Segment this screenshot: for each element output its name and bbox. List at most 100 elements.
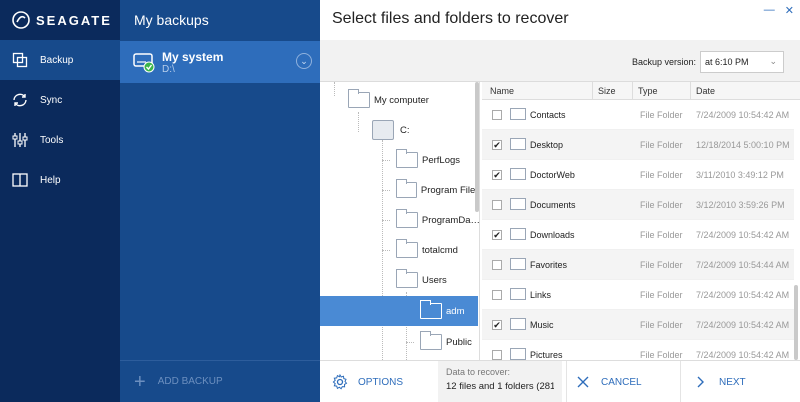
- options-button[interactable]: OPTIONS: [320, 361, 438, 402]
- recover-summary: 12 files and 1 folders (281.2: [446, 381, 554, 392]
- nav-item-tools[interactable]: Tools: [0, 120, 120, 160]
- tree-node-my-computer[interactable]: My computer: [348, 85, 478, 115]
- tree-scrollbar[interactable]: [475, 82, 479, 212]
- tree-node-label: Program Files: [420, 184, 480, 196]
- row-name: Favorites: [530, 260, 568, 270]
- table-row[interactable]: Links File Folder 7/24/2009 10:54:42 AM: [482, 280, 794, 310]
- row-name: DoctorWeb: [530, 170, 575, 180]
- folder-icon: [510, 168, 526, 180]
- minimize-button[interactable]: —: [764, 4, 775, 17]
- row-type: File Folder: [640, 350, 683, 360]
- row-type: File Folder: [640, 200, 683, 210]
- cancel-button[interactable]: CANCEL: [566, 361, 680, 402]
- tree-node-totalcmd[interactable]: totalcmd: [396, 235, 479, 265]
- folder-icon: [420, 331, 442, 350]
- column-divider: [632, 82, 633, 100]
- nav-item-backup[interactable]: Backup: [0, 40, 120, 80]
- close-button[interactable]: ✕: [785, 4, 794, 17]
- column-divider: [690, 82, 691, 100]
- row-checkbox[interactable]: ✔: [492, 230, 502, 240]
- add-backup-label: ADD BACKUP: [157, 376, 223, 387]
- next-button[interactable]: NEXT: [680, 361, 800, 402]
- tree-node-public[interactable]: Public: [420, 327, 478, 357]
- folder-icon: [396, 149, 418, 168]
- row-checkbox[interactable]: [492, 200, 502, 210]
- folder-icon: [396, 239, 418, 258]
- column-header-size[interactable]: Size: [598, 86, 616, 96]
- folder-icon: [396, 209, 418, 228]
- tree-node-drive-c[interactable]: C:: [372, 115, 478, 145]
- row-date: 7/24/2009 10:54:42 AM: [696, 350, 790, 360]
- folder-icon: [396, 269, 418, 288]
- folder-icon: [420, 300, 442, 319]
- tree-connector: [358, 112, 359, 132]
- tree-node-label: ProgramDa…: [421, 214, 480, 226]
- row-type: File Folder: [640, 140, 683, 150]
- nav-item-help[interactable]: Help: [0, 160, 120, 200]
- tree-node-adm[interactable]: adm: [320, 296, 478, 326]
- backup-version-value: at 6:10 PM: [705, 57, 749, 67]
- row-name: Links: [530, 290, 552, 300]
- row-checkbox[interactable]: ✔: [492, 170, 502, 180]
- table-row[interactable]: Documents File Folder 3/12/2010 3:59:26 PM: [482, 190, 794, 220]
- folder-icon: [510, 138, 526, 150]
- tree-node-label: Users: [422, 274, 447, 286]
- row-checkbox[interactable]: [492, 260, 502, 270]
- brand: SEAGATE: [0, 0, 120, 40]
- tree-node-perflogs[interactable]: PerfLogs: [396, 145, 479, 175]
- tree-connector: [382, 250, 390, 251]
- hard-drive-icon: [372, 120, 394, 140]
- cancel-label: CANCEL: [601, 376, 642, 388]
- row-checkbox[interactable]: ✔: [492, 320, 502, 330]
- sync-icon: [13, 93, 27, 107]
- column-divider: [592, 82, 593, 100]
- table-row[interactable]: Favorites File Folder 7/24/2009 10:54:44 A…: [482, 250, 794, 280]
- row-type: File Folder: [640, 110, 683, 120]
- table-row[interactable]: ✔ DoctorWeb File Folder 3/11/2010 3:49:12 P…: [482, 160, 794, 190]
- row-type: File Folder: [640, 230, 683, 240]
- row-checkbox[interactable]: [492, 110, 502, 120]
- table-row[interactable]: ✔ Downloads File Folder 7/24/2009 10:54:42 …: [482, 220, 794, 250]
- tree-node-label: Public: [446, 336, 472, 348]
- row-date: 12/18/2014 5:00:10 PM: [696, 140, 790, 150]
- row-checkbox[interactable]: [492, 290, 502, 300]
- table-row[interactable]: Pictures File Folder 7/24/2009 10:54:42 AM: [482, 340, 794, 360]
- recover-panel: Select files and folders to recover — ✕ …: [320, 0, 800, 402]
- list-scrollbar[interactable]: [794, 285, 798, 360]
- nav-item-label: Tools: [40, 134, 64, 146]
- row-name: Documents: [530, 200, 576, 210]
- row-checkbox[interactable]: [492, 350, 502, 360]
- backup-item-my-system[interactable]: My system D:\ ⌄: [120, 41, 320, 83]
- next-label: NEXT: [719, 376, 746, 388]
- tree-node-programdata[interactable]: ProgramDa…: [396, 205, 480, 235]
- row-checkbox[interactable]: ✔: [492, 140, 502, 150]
- page-title: Select files and folders to recover: [332, 10, 569, 27]
- nav-item-sync[interactable]: Sync: [0, 80, 120, 120]
- list-header: Name Size Type Date: [482, 82, 800, 100]
- column-header-name[interactable]: Name: [490, 86, 514, 96]
- window-controls: — ✕: [764, 4, 794, 17]
- folder-icon: [510, 258, 526, 270]
- backup-destination: D:\: [162, 63, 175, 75]
- backup-name: My system: [162, 49, 224, 64]
- column-header-date[interactable]: Date: [696, 86, 715, 96]
- folder-tree: My computer C: PerfLogs Program Files Pr…: [320, 82, 480, 360]
- table-row[interactable]: Contacts File Folder 7/24/2009 10:54:42 AM: [482, 100, 794, 130]
- folder-icon: [510, 348, 526, 360]
- backup-version-select[interactable]: at 6:10 PM ⌄: [700, 51, 784, 73]
- row-type: File Folder: [640, 290, 683, 300]
- add-backup-button[interactable]: + ADD BACKUP: [120, 360, 320, 402]
- chevron-down-icon[interactable]: ⌄: [296, 53, 312, 69]
- tree-node-program-files[interactable]: Program Files: [396, 175, 480, 205]
- tree-node-label: My computer: [374, 94, 429, 106]
- folder-icon: [510, 288, 526, 300]
- data-to-recover: Data to recover: 12 files and 1 folders …: [438, 361, 562, 402]
- table-row[interactable]: ✔ Music File Folder 7/24/2009 10:54:42 AM: [482, 310, 794, 340]
- table-row[interactable]: ✔ Desktop File Folder 12/18/2014 5:00:10 PM: [482, 130, 794, 160]
- tree-node-users[interactable]: Users: [396, 265, 479, 295]
- main-nav: SEAGATE Backup Sync Tools Help: [0, 0, 120, 402]
- column-header-type[interactable]: Type: [638, 86, 658, 96]
- tree-connector: [382, 160, 390, 161]
- gear-icon: [332, 374, 348, 390]
- row-date: 7/24/2009 10:54:42 AM: [696, 290, 790, 300]
